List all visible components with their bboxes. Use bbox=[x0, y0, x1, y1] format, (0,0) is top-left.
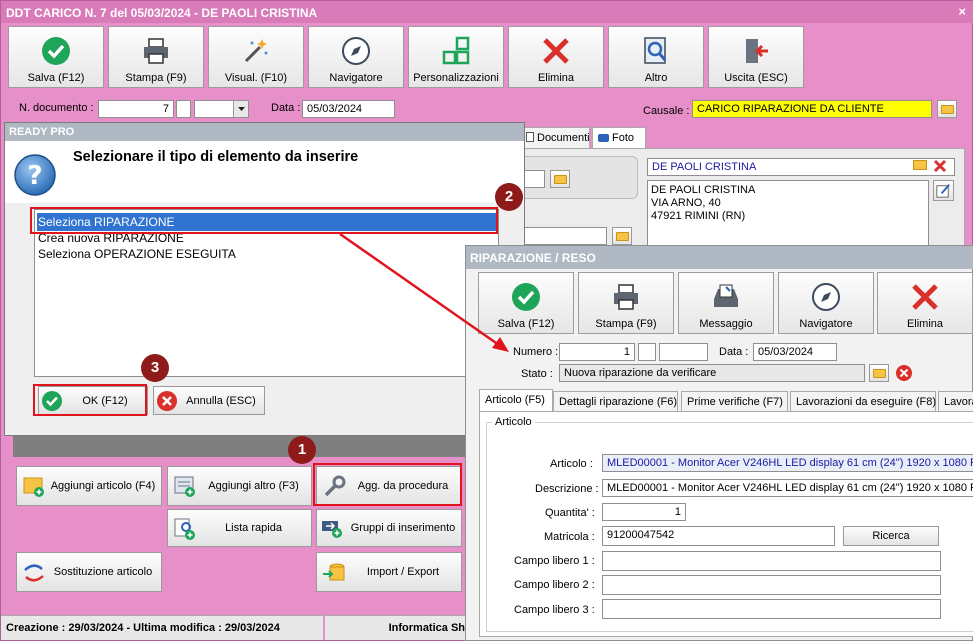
step-marker-3: 3 bbox=[141, 354, 169, 382]
step-marker-2: 2 bbox=[495, 183, 523, 211]
annotation-arrow bbox=[339, 232, 509, 352]
step-marker-1: 1 bbox=[288, 436, 316, 464]
